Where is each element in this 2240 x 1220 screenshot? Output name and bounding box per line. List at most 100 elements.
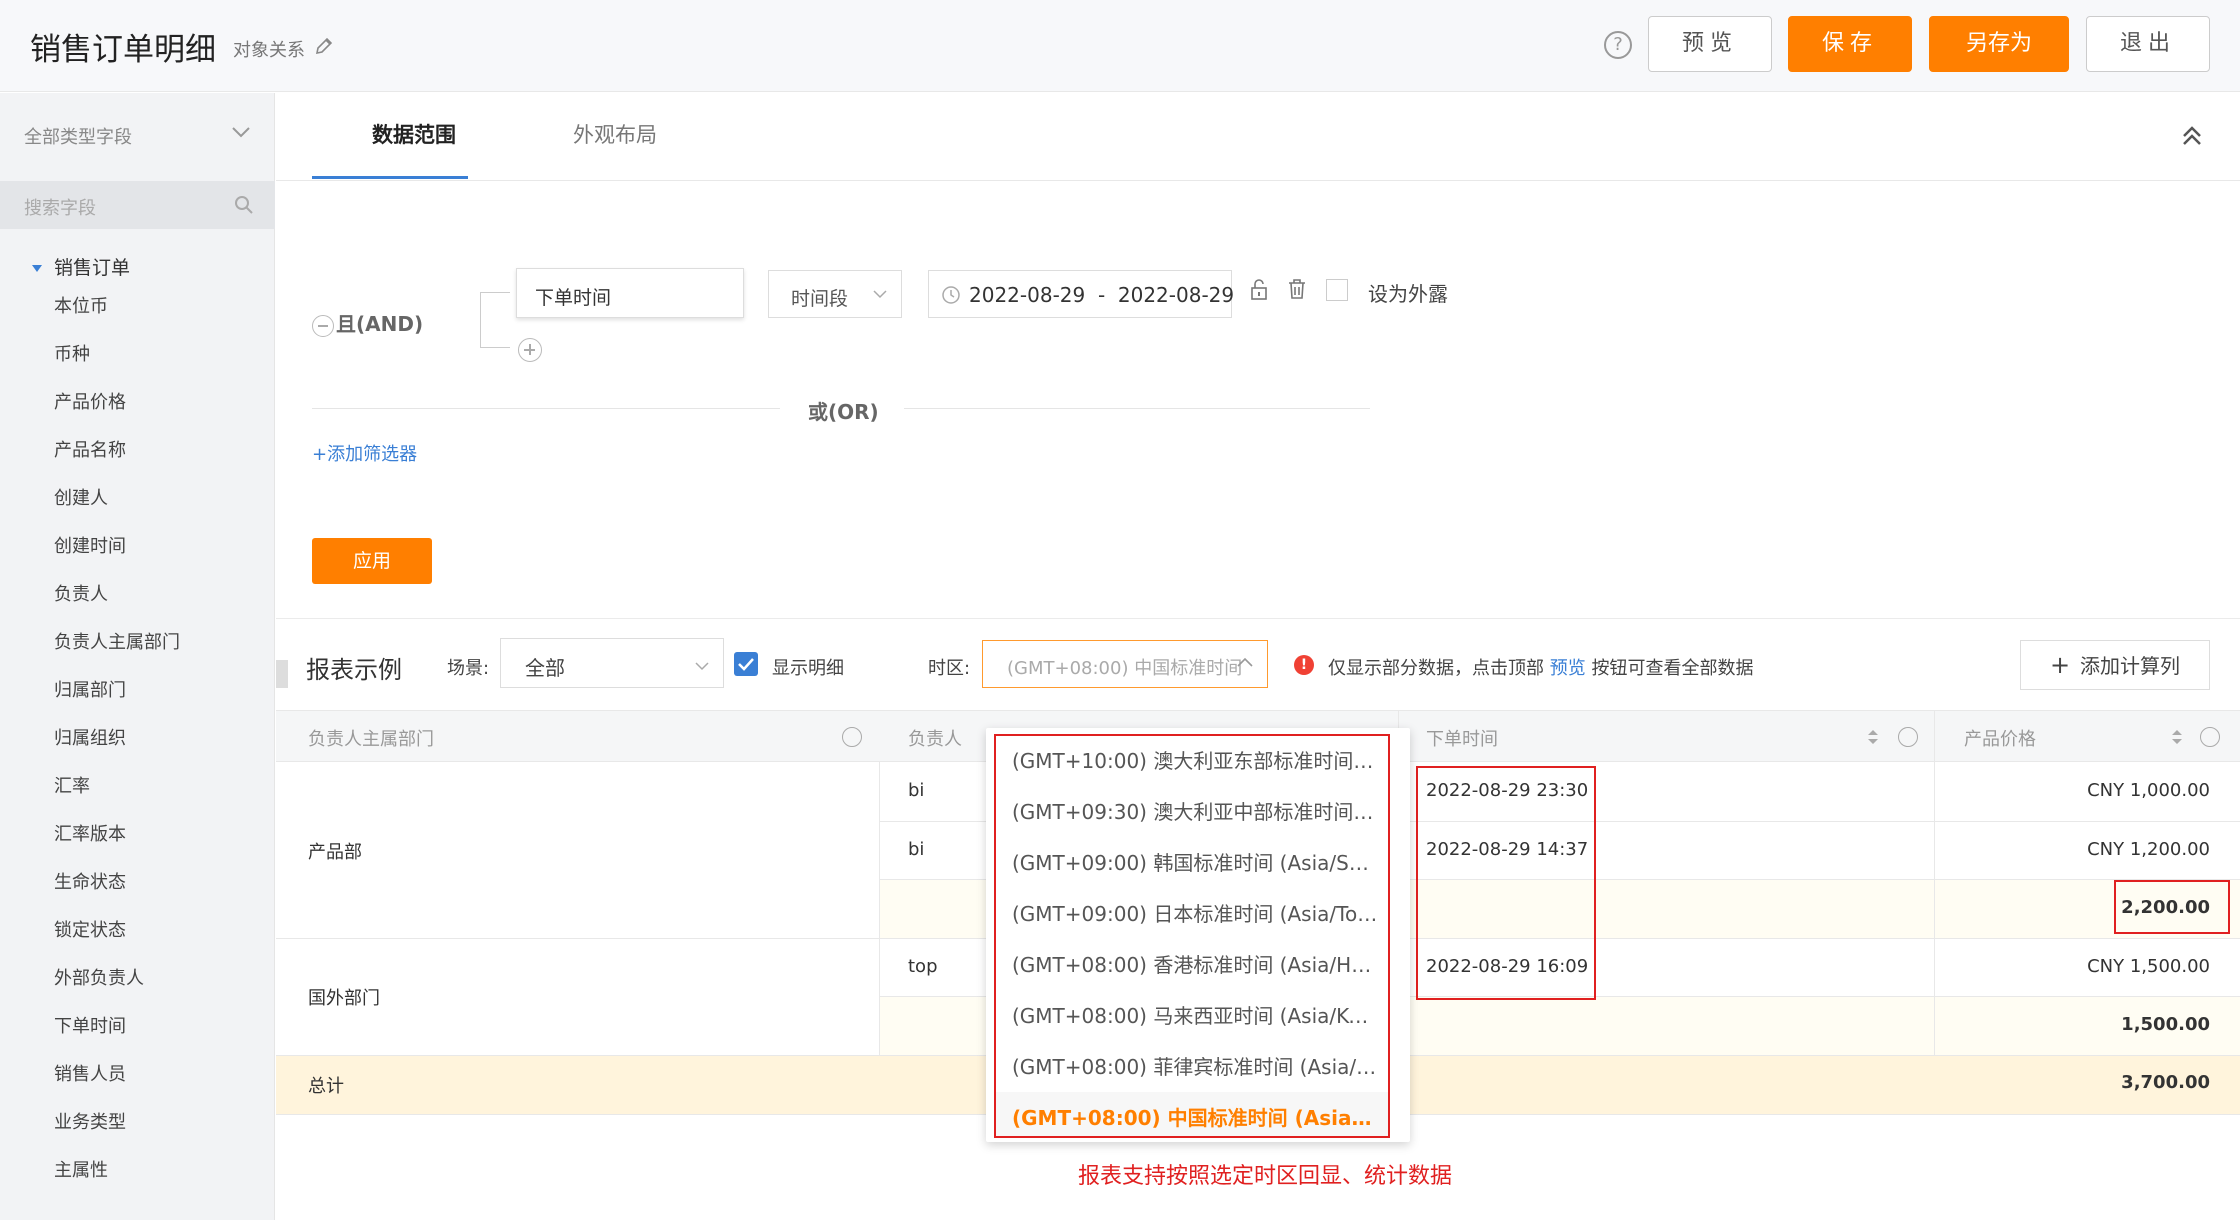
column-menu-icon[interactable]	[2200, 727, 2220, 747]
field-item[interactable]: 主属性	[54, 1161, 180, 1209]
expose-label: 设为外露	[1368, 282, 1448, 306]
sort-icon[interactable]	[2170, 727, 2184, 747]
collapse-up-icon[interactable]	[2180, 122, 2204, 150]
field-item[interactable]: 币种	[54, 345, 180, 393]
field-item[interactable]: 业务类型	[54, 1113, 180, 1161]
exit-button[interactable]: 退出	[2086, 16, 2210, 72]
column-divider	[1934, 710, 1935, 1056]
tab-appearance[interactable]: 外观布局	[573, 119, 657, 149]
config-tabs: 数据范围 外观布局	[276, 93, 2240, 181]
page-title: 销售订单明细	[30, 32, 216, 68]
warning-icon: !	[1294, 655, 1314, 675]
timezone-select[interactable]: (GMT+08:00) 中国标准时间	[982, 640, 1268, 688]
expose-checkbox[interactable]	[1326, 279, 1348, 301]
unlock-icon[interactable]	[1249, 278, 1269, 302]
owner-cell: top	[908, 956, 938, 977]
check-icon	[738, 658, 754, 671]
report-title: 报表示例	[306, 656, 402, 684]
field-sidebar: 全部类型字段 搜索字段 销售订单 本位币 币种 产品价格 产品名称 创建人 创建…	[0, 93, 275, 1220]
add-filter-link[interactable]: +添加筛选器	[312, 440, 417, 466]
scene-value: 全部	[525, 656, 565, 680]
price-cell: CNY 1,500.00	[2087, 956, 2210, 977]
field-item[interactable]: 产品名称	[54, 441, 180, 489]
save-button[interactable]: 保存	[1788, 16, 1912, 72]
caret-down-icon[interactable]	[32, 265, 42, 272]
save-as-button[interactable]: 另存为	[1929, 16, 2069, 72]
preview-link[interactable]: 预览	[1550, 658, 1586, 679]
minus-circle-icon[interactable]	[312, 314, 334, 337]
total-cell: 3,700.00	[2121, 1072, 2210, 1093]
notice-suffix: 按钮可查看全部数据	[1585, 658, 1754, 679]
trash-icon[interactable]	[1287, 277, 1307, 301]
field-item[interactable]: 归属组织	[54, 729, 180, 777]
total-label: 总计	[308, 1076, 344, 1097]
add-calc-label: 添加计算列	[2080, 654, 2181, 678]
date-range-value: 2022-08-29 - 2022-08-29	[969, 283, 1235, 307]
dept-cell: 国外部门	[308, 988, 380, 1009]
or-group-label[interactable]: 或(OR)	[808, 396, 879, 425]
filter-field-select[interactable]: 下单时间	[516, 268, 744, 318]
field-type-select[interactable]: 全部类型字段	[24, 123, 132, 149]
add-calc-column-button[interactable]: + 添加计算列	[2020, 640, 2210, 690]
and-label-text: 且(AND)	[336, 312, 424, 336]
column-header[interactable]: 负责人	[908, 725, 962, 751]
field-item[interactable]: 负责人	[54, 585, 180, 633]
timezone-value: (GMT+08:00) 中国标准时间	[1007, 658, 1243, 679]
column-divider	[879, 762, 880, 1056]
range-type-select[interactable]: 时间段	[768, 270, 902, 318]
search-icon[interactable]	[234, 195, 254, 215]
add-condition-icon[interactable]	[518, 338, 542, 362]
help-icon[interactable]: ?	[1604, 31, 1632, 59]
divider	[904, 408, 1370, 409]
tree-root-sales-order[interactable]: 销售订单	[32, 253, 130, 280]
column-header[interactable]: 产品价格	[1964, 725, 2036, 751]
field-item[interactable]: 创建人	[54, 489, 180, 537]
column-header[interactable]: 下单时间	[1426, 725, 1498, 751]
highlight-box	[1416, 766, 1596, 1000]
chevron-up-icon[interactable]	[1236, 656, 1254, 668]
field-item[interactable]: 负责人主属部门	[54, 633, 180, 681]
field-item[interactable]: 销售人员	[54, 1065, 180, 1113]
highlight-box	[2114, 880, 2230, 934]
apply-button[interactable]: 应用	[312, 538, 432, 584]
drag-handle[interactable]	[276, 660, 288, 688]
tab-data-range[interactable]: 数据范围	[372, 119, 456, 149]
price-cell: CNY 1,000.00	[2087, 780, 2210, 801]
field-item[interactable]: 归属部门	[54, 681, 180, 729]
column-header[interactable]: 负责人主属部门	[308, 725, 434, 751]
field-item[interactable]: 创建时间	[54, 537, 180, 585]
pencil-icon[interactable]	[314, 36, 334, 56]
price-cell: CNY 1,200.00	[2087, 839, 2210, 860]
search-placeholder: 搜索字段	[24, 198, 96, 219]
field-item[interactable]: 锁定状态	[54, 921, 180, 969]
field-item[interactable]: 产品价格	[54, 393, 180, 441]
annotation-text: 报表支持按照选定时区回显、统计数据	[1078, 1164, 1453, 1189]
object-relation-link[interactable]: 对象关系	[233, 36, 305, 62]
partial-data-notice: 仅显示部分数据，点击顶部 预览 按钮可查看全部数据	[1328, 654, 1753, 680]
owner-cell: bi	[908, 780, 925, 801]
chevron-down-icon	[695, 662, 709, 671]
subtotal-cell: 1,500.00	[2121, 1014, 2210, 1035]
divider	[312, 408, 780, 409]
column-menu-icon[interactable]	[1898, 727, 1918, 747]
and-group-label[interactable]: 且(AND)	[312, 308, 423, 337]
column-menu-icon[interactable]	[842, 727, 862, 747]
field-item[interactable]: 本位币	[54, 297, 180, 345]
field-item[interactable]: 汇率	[54, 777, 180, 825]
sort-icon[interactable]	[1866, 727, 1880, 747]
field-search-input[interactable]: 搜索字段	[0, 181, 275, 229]
active-tab-indicator	[312, 176, 468, 179]
chevron-down-icon[interactable]	[230, 121, 252, 143]
field-item[interactable]: 下单时间	[54, 1017, 180, 1065]
show-detail-checkbox[interactable]	[734, 652, 758, 676]
clock-icon	[942, 286, 960, 304]
highlight-box	[994, 734, 1390, 1138]
condition-bracket	[480, 292, 510, 348]
field-item[interactable]: 生命状态	[54, 873, 180, 921]
scene-select[interactable]: 全部	[500, 638, 724, 688]
date-range-input[interactable]: 2022-08-29 - 2022-08-29	[928, 270, 1235, 318]
field-item[interactable]: 外部负责人	[54, 969, 180, 1017]
field-item[interactable]: 汇率版本	[54, 825, 180, 873]
show-detail-label: 显示明细	[772, 658, 844, 679]
preview-button[interactable]: 预览	[1648, 16, 1772, 72]
